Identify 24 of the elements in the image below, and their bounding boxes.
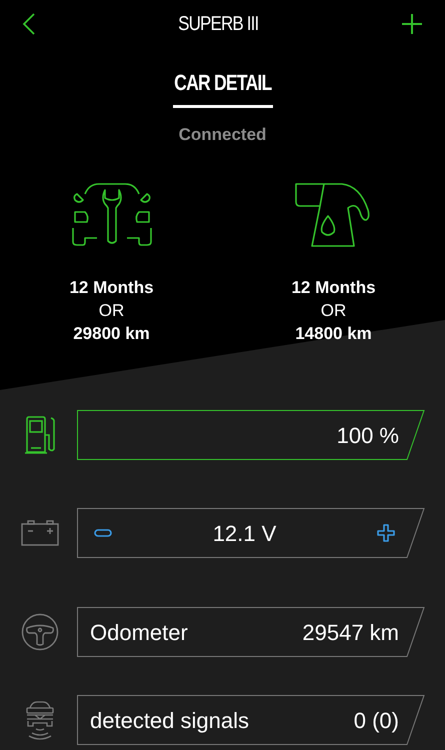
service-distance: 29800 km	[73, 323, 150, 345]
gauge-value: 0 (0)	[354, 706, 399, 734]
gauge-value: 100 %	[336, 422, 399, 450]
minus-icon	[94, 529, 112, 537]
fuel-pump-icon	[23, 415, 57, 455]
voltage-value: 12.1 V	[212, 520, 276, 548]
add-icon[interactable]	[400, 13, 423, 35]
or-label: OR	[320, 300, 346, 322]
car-title: SUPERB III	[178, 12, 259, 37]
service-months: 12 Months	[291, 277, 376, 299]
back-icon[interactable]	[22, 12, 36, 36]
gauge-value: 29547 km	[302, 618, 399, 646]
connection-status: Connected	[178, 124, 266, 146]
gauge-label: Odometer	[90, 618, 188, 646]
gauge-label: detected signals	[90, 706, 249, 735]
service-distance: 14800 km	[295, 323, 372, 345]
car-sensor-icon	[25, 700, 55, 740]
tab[interactable]: CAR DETAIL	[174, 48, 272, 105]
plus-icon	[376, 524, 395, 542]
battery-icon	[21, 520, 59, 546]
or-label: OR	[98, 300, 124, 322]
steering-wheel-icon	[21, 613, 59, 651]
service-months: 12 Months	[69, 277, 154, 299]
car-wrench-icon	[70, 182, 152, 246]
